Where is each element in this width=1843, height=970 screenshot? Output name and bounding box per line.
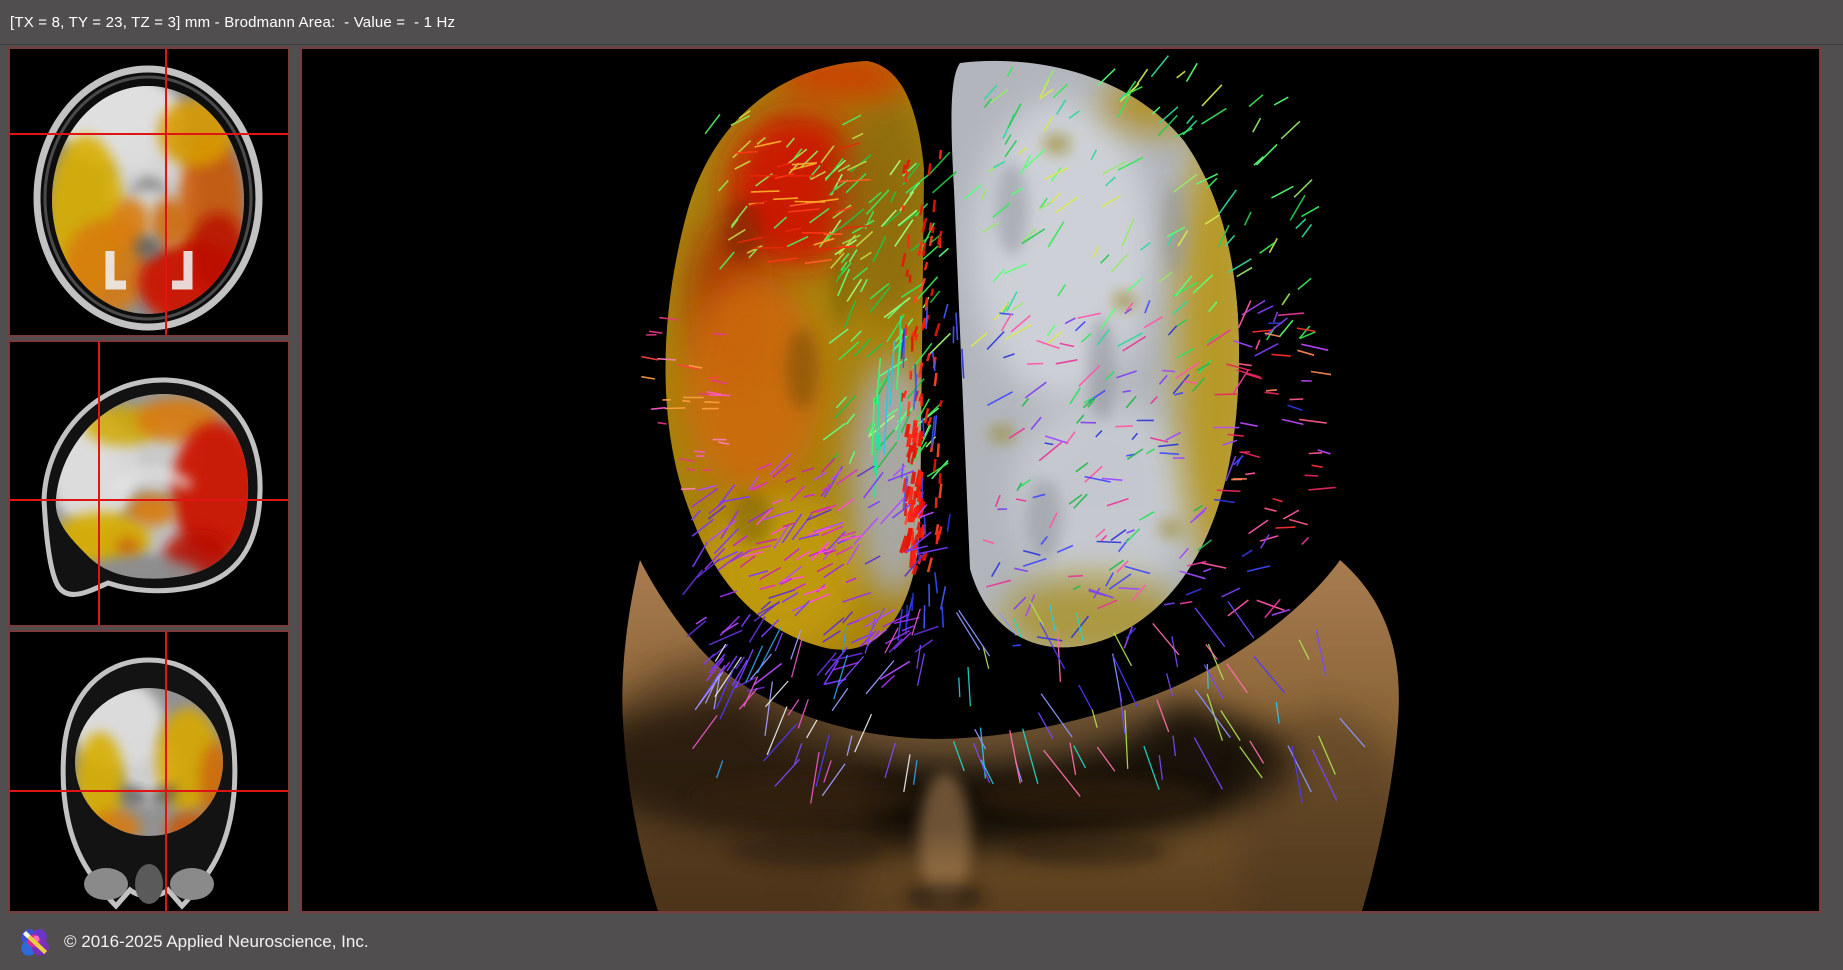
copyright-text: © 2016-2025 Applied Neuroscience, Inc. [64,932,369,952]
coordinate-readout: [TX = 8, TY = 23, TZ = 3] mm - Brodmann … [0,14,455,31]
left-eye-shadow [729,835,885,867]
sagittal-slice-image [10,342,288,625]
left-hemisphere [666,51,939,654]
sagittal-crosshair-horizontal [10,499,288,501]
neuroimaging-window: [TX = 8, TY = 23, TZ = 3] mm - Brodmann … [0,0,1843,970]
axial-crosshair-vertical [165,49,167,335]
coronal-crosshair-vertical [165,632,167,911]
left-brow-shadow [690,777,914,817]
sagittal-crosshair-vertical [98,342,100,625]
status-bar: © 2016-2025 Applied Neuroscience, Inc. [0,913,1843,970]
3d-head-view-panel[interactable] [300,47,1821,913]
right-brow-shadow [980,777,1204,817]
coronal-crosshair-horizontal [10,790,288,792]
3d-brain-render [302,49,1819,911]
sagittal-slice-panel[interactable] [8,340,290,627]
right-eye-shadow [1012,835,1168,867]
coronal-slice-panel[interactable] [8,630,290,913]
coronal-slice-image [10,632,288,911]
axial-slice-image [10,49,288,335]
axial-slice-panel[interactable] [8,47,290,337]
header-bar: [TX = 8, TY = 23, TZ = 3] mm - Brodmann … [0,0,1843,45]
applied-neuroscience-logo-icon [16,924,52,960]
axial-crosshair-horizontal [10,133,288,135]
